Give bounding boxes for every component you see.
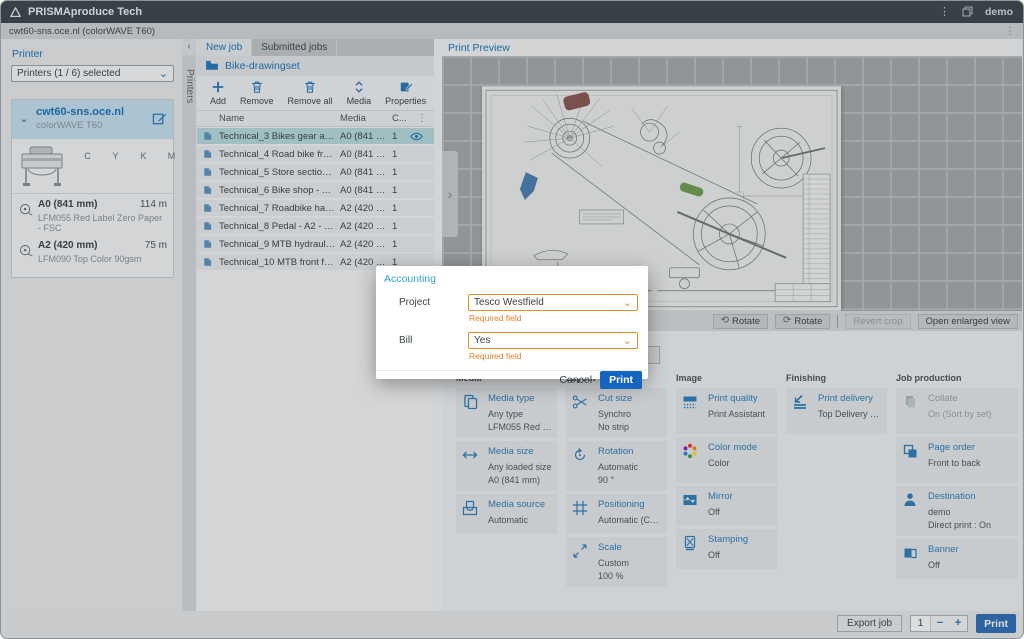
- accounting-dialog: Accounting Project Tesco Westfield ⌄ Req…: [376, 266, 648, 379]
- dialog-footer: Cancel Print: [376, 370, 648, 389]
- chevron-down-icon: ⌄: [623, 299, 632, 307]
- project-select[interactable]: Tesco Westfield ⌄: [468, 294, 638, 311]
- bill-field-row: Bill Yes ⌄ Required field: [399, 332, 638, 367]
- project-label: Project: [399, 294, 468, 329]
- dialog-print-button[interactable]: Print: [600, 371, 642, 389]
- chevron-down-icon: ⌄: [623, 337, 632, 345]
- project-required-hint: Required field: [469, 313, 638, 323]
- app-window: PRISMAproduce Tech ⋮ demo cwt60-sns.oce.…: [0, 0, 1024, 639]
- project-field-row: Project Tesco Westfield ⌄ Required field: [399, 294, 638, 329]
- bill-select[interactable]: Yes ⌄: [468, 332, 638, 349]
- bill-label: Bill: [399, 332, 468, 367]
- dialog-title: Accounting: [384, 273, 648, 285]
- cancel-button[interactable]: Cancel: [559, 374, 592, 386]
- bill-required-hint: Required field: [469, 351, 638, 361]
